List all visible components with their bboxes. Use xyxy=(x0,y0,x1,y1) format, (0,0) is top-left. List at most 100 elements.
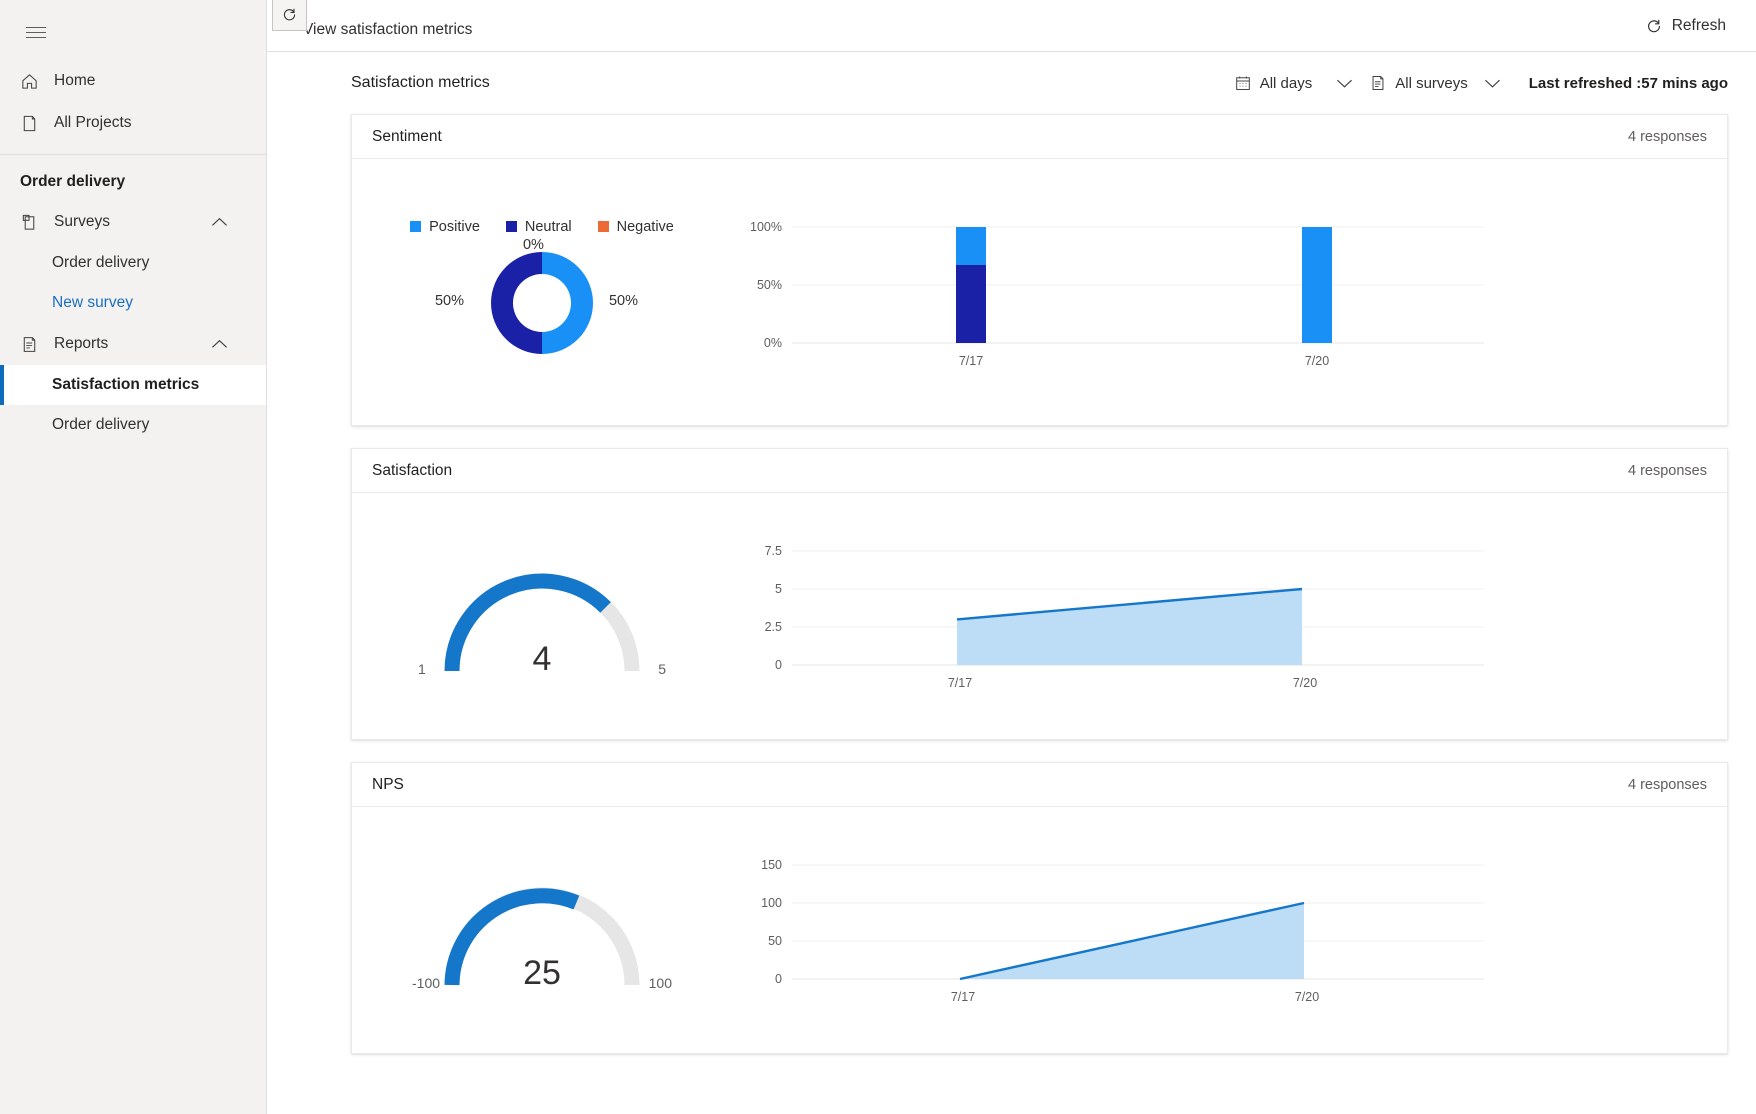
card-satisfaction: Satisfaction 4 responses 1 5 4 xyxy=(351,448,1728,740)
chevron-up-icon[interactable] xyxy=(211,339,228,350)
filter-label: All days xyxy=(1260,75,1313,92)
sentiment-legend: Positive Neutral Negative xyxy=(410,219,674,235)
nps-area-chart: 150 100 50 0 7/17 7/20 xyxy=(732,843,1492,1018)
gauge-value: 4 xyxy=(412,640,672,679)
page-title: Satisfaction metrics xyxy=(351,74,490,92)
content-area: Satisfaction metrics All days xyxy=(267,52,1756,1114)
card-nps: NPS 4 responses -100 100 25 xyxy=(351,762,1728,1054)
document-icon xyxy=(20,114,50,133)
sentiment-bar-chart: 100% 50% 0% 7/17 7/20 xyxy=(732,205,1492,380)
svg-text:7/20: 7/20 xyxy=(1293,676,1317,690)
card-response-count: 4 responses xyxy=(1628,463,1707,479)
nps-gauge-region: -100 100 25 xyxy=(352,865,732,995)
chevron-up-icon[interactable] xyxy=(211,217,228,228)
card-header: NPS 4 responses xyxy=(352,763,1727,807)
sidebar-item-satisfaction-metrics[interactable]: Satisfaction metrics xyxy=(0,365,266,405)
last-refreshed-label: Last refreshed :57 mins ago xyxy=(1529,75,1728,92)
calendar-icon xyxy=(1234,74,1252,92)
gauge-value: 25 xyxy=(412,954,672,993)
legend-swatch-neutral xyxy=(506,221,517,232)
sentiment-bar-chart-region: 100% 50% 0% 7/17 7/20 xyxy=(732,205,1727,380)
sidebar-item-reports-order-delivery[interactable]: Order delivery xyxy=(0,405,266,445)
bar-7-17-neutral xyxy=(956,265,986,343)
bar-7-20-positive xyxy=(1302,227,1332,343)
sidebar-item-label: Home xyxy=(50,72,95,90)
svg-text:0: 0 xyxy=(775,658,782,672)
breadcrumb: View satisfaction metrics xyxy=(303,21,472,39)
satisfaction-area-chart: 7.5 5 2.5 0 7/17 7/20 xyxy=(732,529,1492,704)
sidebar-section-label: Surveys xyxy=(50,213,110,231)
legend-swatch-negative xyxy=(598,221,609,232)
refresh-label: Refresh xyxy=(1672,17,1726,35)
sidebar-subitem-label: Order delivery xyxy=(52,254,149,272)
donut-label-top: 0% xyxy=(523,237,544,253)
chevron-down-icon[interactable] xyxy=(1484,78,1501,89)
sidebar-group-title: Order delivery xyxy=(0,155,266,201)
survey-icon xyxy=(1369,74,1387,92)
svg-text:7/17: 7/17 xyxy=(948,676,972,690)
card-response-count: 4 responses xyxy=(1628,777,1707,793)
legend-swatch-positive xyxy=(410,221,421,232)
sidebar-subitem-label: New survey xyxy=(52,294,133,312)
sidebar-item-new-survey[interactable]: New survey xyxy=(0,283,266,323)
legend-label: Positive xyxy=(429,219,480,235)
nps-gauge: -100 100 25 xyxy=(412,865,672,995)
report-icon xyxy=(20,335,50,354)
card-header: Satisfaction 4 responses xyxy=(352,449,1727,493)
card-sentiment: Sentiment 4 responses Positive xyxy=(351,114,1728,426)
chevron-down-icon[interactable] xyxy=(1336,78,1353,89)
legend-item-neutral[interactable]: Neutral xyxy=(506,219,572,235)
page-header: Satisfaction metrics All days xyxy=(267,52,1756,114)
card-header: Sentiment 4 responses xyxy=(352,115,1727,159)
filter-label: All surveys xyxy=(1395,75,1468,92)
area-fill xyxy=(957,589,1302,665)
card-body: 1 5 4 xyxy=(352,493,1727,739)
sentiment-donut-region: Positive Neutral Negative xyxy=(352,219,732,366)
bar-7-17-positive xyxy=(956,227,986,265)
svg-text:7/20: 7/20 xyxy=(1305,354,1329,368)
sidebar-section-surveys[interactable]: Surveys xyxy=(0,201,266,243)
sidebar-section-label: Reports xyxy=(50,335,108,353)
legend-item-positive[interactable]: Positive xyxy=(410,219,480,235)
svg-text:7/17: 7/17 xyxy=(959,354,983,368)
sidebar-item-surveys-order-delivery[interactable]: Order delivery xyxy=(0,243,266,283)
refresh-button-floating[interactable] xyxy=(272,0,307,31)
hamburger-menu-icon[interactable] xyxy=(12,8,60,56)
svg-text:2.5: 2.5 xyxy=(765,620,782,634)
legend-item-negative[interactable]: Negative xyxy=(598,219,674,235)
nps-area-chart-region: 150 100 50 0 7/17 7/20 xyxy=(732,843,1727,1018)
sidebar: Home All Projects Order delivery Surveys… xyxy=(0,0,267,1114)
filter-all-surveys[interactable]: All surveys xyxy=(1361,68,1509,98)
refresh-button[interactable]: Refresh xyxy=(1645,17,1726,35)
svg-text:100: 100 xyxy=(761,896,782,910)
svg-text:7.5: 7.5 xyxy=(765,544,782,558)
card-response-count: 4 responses xyxy=(1628,129,1707,145)
svg-text:0: 0 xyxy=(775,972,782,986)
svg-text:7/17: 7/17 xyxy=(951,990,975,1004)
svg-text:0%: 0% xyxy=(764,336,782,350)
svg-text:7/20: 7/20 xyxy=(1295,990,1319,1004)
filter-all-days[interactable]: All days xyxy=(1226,68,1362,98)
donut-label-left: 50% xyxy=(435,293,464,309)
svg-text:5: 5 xyxy=(775,582,782,596)
sidebar-item-home[interactable]: Home xyxy=(0,60,266,102)
legend-label: Negative xyxy=(617,219,674,235)
refresh-icon xyxy=(281,6,298,23)
legend-label: Neutral xyxy=(525,219,572,235)
card-title: Sentiment xyxy=(372,128,442,146)
sidebar-subitem-label: Order delivery xyxy=(52,416,149,434)
card-body: -100 100 25 xyxy=(352,807,1727,1053)
svg-text:150: 150 xyxy=(761,858,782,872)
top-bar: View satisfaction metrics Refresh xyxy=(267,0,1756,52)
card-body: Positive Neutral Negative xyxy=(352,159,1727,425)
donut-label-right: 50% xyxy=(609,293,638,309)
clipboard-icon xyxy=(20,213,50,232)
sentiment-donut-chart: 0% 50% 50% xyxy=(427,241,657,366)
home-icon xyxy=(20,72,50,91)
sidebar-top-group: Home All Projects xyxy=(0,60,266,155)
sidebar-section-reports[interactable]: Reports xyxy=(0,323,266,365)
sidebar-item-all-projects[interactable]: All Projects xyxy=(0,102,266,144)
svg-text:50: 50 xyxy=(768,934,782,948)
satisfaction-gauge: 1 5 4 xyxy=(412,551,672,681)
svg-text:50%: 50% xyxy=(757,278,782,292)
